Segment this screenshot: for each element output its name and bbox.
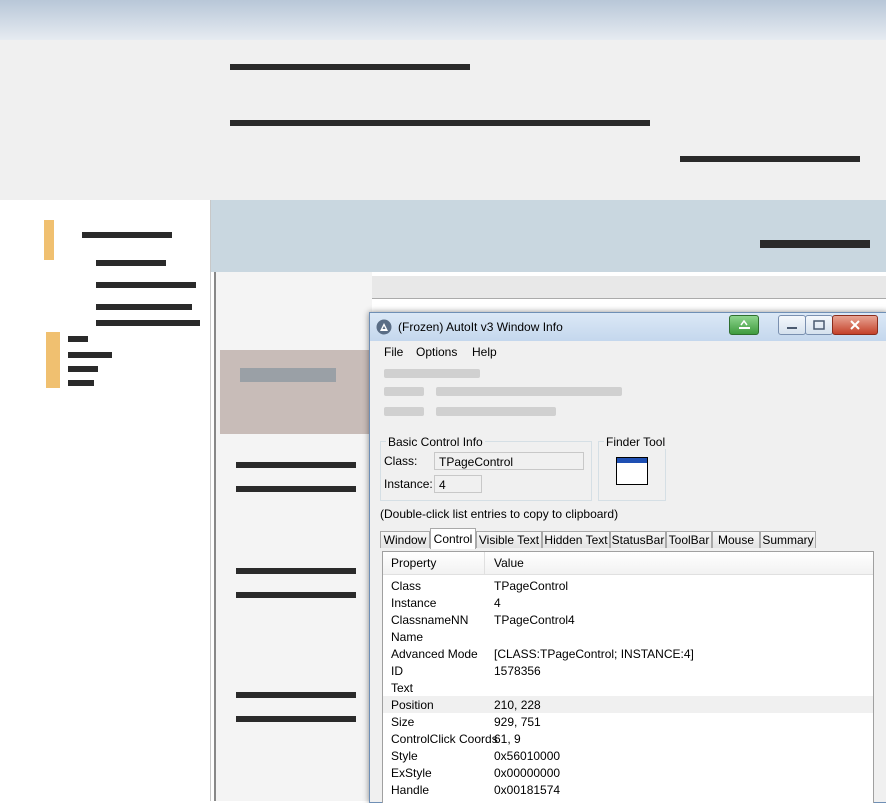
list-row[interactable]: Text bbox=[383, 679, 873, 696]
list-row[interactable]: Position 210, 228 bbox=[383, 696, 873, 713]
basic-control-info-label: Basic Control Info bbox=[386, 435, 485, 449]
tab-statusbar[interactable]: StatusBar bbox=[610, 531, 666, 548]
menu-help[interactable]: Help bbox=[472, 345, 497, 359]
value-cell: 0x56010000 bbox=[494, 749, 561, 763]
property-cell: Instance bbox=[391, 596, 437, 610]
class-field[interactable]: TPageControl bbox=[434, 452, 584, 470]
list-header: Property Value bbox=[383, 552, 873, 575]
property-cell: ClassnameNN bbox=[391, 613, 469, 627]
value-cell: 4 bbox=[494, 596, 501, 610]
property-cell: Size bbox=[391, 715, 415, 729]
background-blurred-text bbox=[680, 156, 860, 162]
value-cell: 1578356 bbox=[494, 664, 541, 678]
menu-file[interactable]: File bbox=[384, 345, 403, 359]
close-button[interactable] bbox=[832, 315, 878, 335]
list-row[interactable]: Size 929, 751 bbox=[383, 713, 873, 730]
column-header-value[interactable]: Value bbox=[494, 556, 524, 570]
list-row[interactable]: Style 0x56010000 bbox=[383, 747, 873, 764]
minimize-button[interactable] bbox=[778, 315, 806, 335]
background-blurred-text bbox=[230, 64, 470, 70]
column-header-property[interactable]: Property bbox=[391, 556, 436, 570]
property-cell: ControlClick Coords bbox=[391, 732, 498, 746]
property-cell: ID bbox=[391, 664, 403, 678]
property-cell: Advanced Mode bbox=[391, 647, 478, 661]
list-row[interactable]: ClassnameNN TPageControl4 bbox=[383, 611, 873, 628]
tab-control[interactable]: Control bbox=[430, 528, 476, 549]
pin-icon bbox=[739, 319, 750, 329]
tab-visible-text[interactable]: Visible Text bbox=[476, 531, 542, 548]
finder-tool-label: Finder Tool bbox=[604, 435, 668, 449]
property-list[interactable]: Property Value Class TPageControl Instan… bbox=[382, 551, 874, 803]
instance-label: Instance: bbox=[384, 477, 433, 491]
value-cell: 0x00181574 bbox=[494, 783, 561, 797]
title-bar[interactable]: (Frozen) AutoIt v3 Window Info bbox=[370, 313, 886, 341]
window-title: (Frozen) AutoIt v3 Window Info bbox=[398, 320, 563, 334]
tab-hidden-text[interactable]: Hidden Text bbox=[542, 531, 610, 548]
redacted-summary-line bbox=[384, 369, 480, 378]
tab-mouse[interactable]: Mouse bbox=[712, 531, 760, 548]
list-row[interactable]: ExStyle 0x00000000 bbox=[383, 764, 873, 781]
property-cell: Class bbox=[391, 579, 422, 593]
freeze-toggle-button[interactable] bbox=[729, 315, 759, 335]
background-window-panel bbox=[214, 272, 372, 801]
property-cell: Text bbox=[391, 681, 414, 695]
background-blurred-text bbox=[230, 120, 650, 126]
list-row[interactable]: ControlClick Coords 61, 9 bbox=[383, 730, 873, 747]
value-cell: 210, 228 bbox=[494, 698, 541, 712]
value-cell: TPageControl4 bbox=[494, 613, 575, 627]
redacted-summary-line bbox=[436, 407, 556, 416]
tab-toolbar[interactable]: ToolBar bbox=[666, 531, 712, 548]
autoit-window-info: (Frozen) AutoIt v3 Window Info File Opti… bbox=[369, 312, 886, 803]
redacted-summary-line bbox=[384, 387, 424, 396]
value-cell: 0x00000000 bbox=[494, 766, 561, 780]
background-window-titlebar bbox=[0, 0, 886, 40]
window-finder-icon[interactable] bbox=[616, 457, 648, 485]
copy-hint: (Double-click list entries to copy to cl… bbox=[380, 507, 619, 521]
instance-field[interactable]: 4 bbox=[434, 475, 482, 493]
list-row[interactable]: Instance 4 bbox=[383, 594, 873, 611]
tab-summary[interactable]: Summary bbox=[760, 531, 816, 548]
background-window-banner bbox=[210, 200, 886, 272]
property-cell: Style bbox=[391, 749, 418, 763]
value-cell: 61, 9 bbox=[494, 732, 521, 746]
list-row[interactable]: Advanced Mode [CLASS:TPageControl; INSTA… bbox=[383, 645, 873, 662]
list-row[interactable]: Class TPageControl bbox=[383, 577, 873, 594]
menu-bar: File Options Help bbox=[370, 342, 886, 362]
class-label: Class: bbox=[384, 454, 418, 468]
list-row[interactable]: ID 1578356 bbox=[383, 662, 873, 679]
close-icon bbox=[850, 320, 860, 330]
background-window-sidebar bbox=[0, 200, 211, 801]
property-cell: Handle bbox=[391, 783, 430, 797]
background-blurred-text bbox=[760, 240, 870, 248]
value-cell: [CLASS:TPageControl; INSTANCE:4] bbox=[494, 647, 694, 661]
tab-window[interactable]: Window bbox=[380, 531, 430, 548]
property-cell: Name bbox=[391, 630, 424, 644]
list-row[interactable]: Handle 0x00181574 bbox=[383, 781, 873, 798]
maximize-icon bbox=[813, 320, 825, 330]
menu-options[interactable]: Options bbox=[416, 345, 457, 359]
autoit-app-icon bbox=[376, 319, 392, 335]
value-cell: TPageControl bbox=[494, 579, 569, 593]
minimize-icon bbox=[787, 327, 797, 329]
list-row[interactable]: Name bbox=[383, 628, 873, 645]
value-cell: 929, 751 bbox=[494, 715, 541, 729]
redacted-summary-line bbox=[436, 387, 622, 396]
maximize-button[interactable] bbox=[805, 315, 833, 335]
property-cell: ExStyle bbox=[391, 766, 432, 780]
column-divider[interactable] bbox=[484, 552, 485, 574]
basic-control-info-group bbox=[380, 441, 592, 501]
redacted-summary-line bbox=[384, 407, 424, 416]
property-cell: Position bbox=[391, 698, 434, 712]
